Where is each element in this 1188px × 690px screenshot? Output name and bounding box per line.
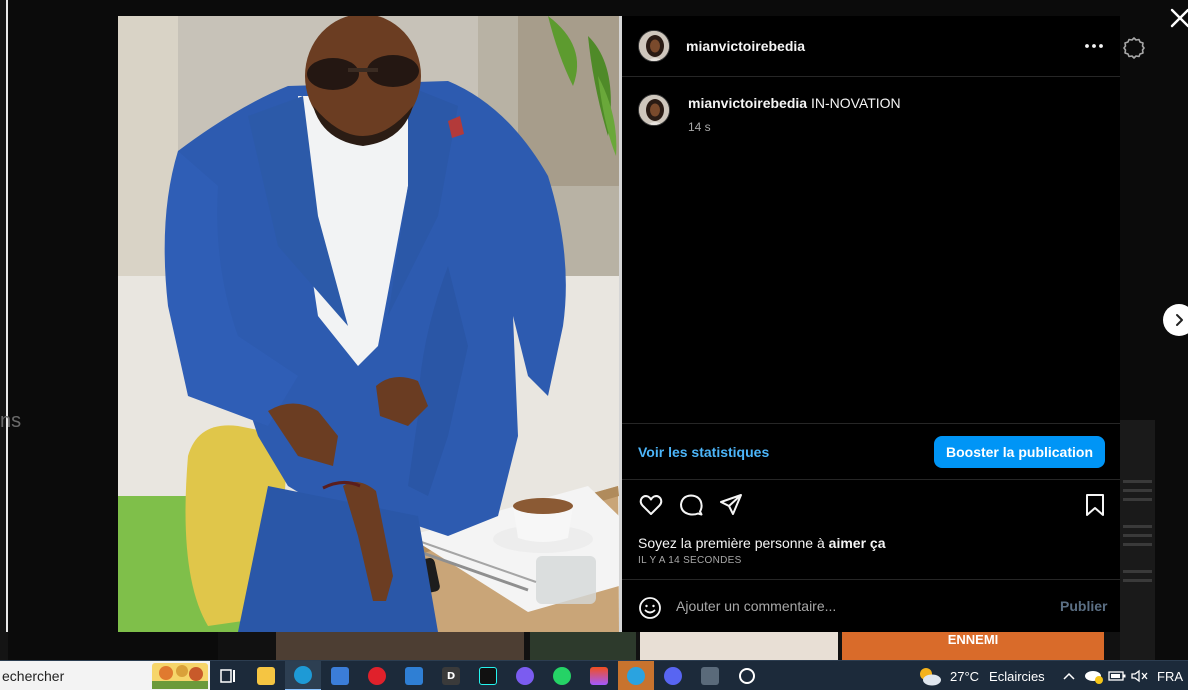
taskbar-edge[interactable] (285, 661, 321, 690)
more-options-button[interactable] (1082, 36, 1106, 56)
taskbar-whatsapp[interactable] (544, 661, 580, 690)
partly-cloudy-icon (920, 668, 941, 686)
discord-icon (664, 667, 682, 685)
background-thumbnail (276, 630, 524, 660)
caption-timestamp: 14 s (688, 120, 711, 134)
cloud-warning-icon (1085, 671, 1103, 684)
share-button[interactable] (718, 492, 744, 518)
whatsapp-icon (553, 667, 571, 685)
post-modal: mianvictoirebedia mianvictoirebedia IN-N… (118, 16, 1145, 632)
tiktok-icon (479, 667, 497, 685)
avatar-image (639, 31, 669, 61)
calculator-icon (701, 667, 719, 685)
taskbar-figma[interactable] (581, 661, 617, 690)
heart-icon (639, 495, 663, 515)
background-left-edge (6, 0, 8, 632)
insights-bar: Voir les statistiques Booster la publica… (622, 423, 1120, 480)
close-button[interactable] (1170, 8, 1188, 28)
author-username[interactable]: mianvictoirebedia (686, 38, 805, 54)
likes-prefix: Soyez la première personne à (638, 535, 825, 551)
taskbar-telegram[interactable] (618, 661, 654, 690)
taskbar-store[interactable] (322, 661, 358, 690)
folder-icon (257, 667, 275, 685)
taskbar-mail[interactable] (396, 661, 432, 690)
caption-username[interactable]: mianvictoirebedia (688, 95, 807, 111)
telegram-icon (627, 667, 645, 685)
taskbar-circle-app[interactable] (729, 661, 765, 690)
battery-icon (1108, 671, 1126, 681)
post-image (118, 16, 619, 632)
post-side-panel: mianvictoirebedia mianvictoirebedia IN-N… (622, 16, 1145, 632)
like-button[interactable] (638, 492, 664, 518)
author-avatar[interactable] (638, 30, 670, 62)
taskbar-search-input[interactable] (2, 662, 152, 690)
post-actions (622, 490, 1120, 524)
send-icon (720, 494, 742, 515)
store-icon (331, 667, 349, 685)
taskbar-discord[interactable] (655, 661, 691, 690)
next-post-button[interactable] (1163, 304, 1188, 336)
taskbar-search[interactable] (0, 661, 210, 690)
caption-line: mianvictoirebedia IN-NOVATION (688, 95, 901, 111)
tray-volume[interactable] (1128, 661, 1150, 690)
like-this-link[interactable]: aimer ça (829, 535, 886, 551)
weather-description: Eclaircies (989, 668, 1045, 684)
gear-icon (1123, 37, 1145, 59)
likes-summary: Soyez la première personne à aimer ça (638, 535, 886, 551)
emoji-button[interactable] (638, 596, 662, 620)
taskbar-clipchamp[interactable] (507, 661, 543, 690)
settings-icon[interactable] (1122, 36, 1146, 60)
mail-icon (405, 667, 423, 685)
taskbar-app-d[interactable]: D (433, 661, 469, 690)
view-insights-link[interactable]: Voir les statistiques (638, 444, 769, 460)
save-button[interactable] (1082, 492, 1108, 518)
tray-onedrive[interactable] (1082, 661, 1106, 690)
caption-avatar[interactable] (638, 94, 670, 126)
background-thumbnail (530, 630, 636, 660)
comment-input[interactable] (676, 594, 1036, 618)
background-thumbnail (640, 630, 838, 660)
publish-comment-button[interactable]: Publier (1060, 598, 1107, 614)
more-horizontal-icon (1085, 44, 1103, 48)
chevron-right-icon (1176, 314, 1183, 326)
taskbar-file-explorer[interactable] (248, 661, 284, 690)
tray-battery[interactable] (1106, 661, 1128, 690)
close-icon (1170, 8, 1188, 28)
weather-temperature: 27°C (950, 668, 980, 684)
taskbar-opera[interactable] (359, 661, 395, 690)
taskbar-tiktok[interactable] (470, 661, 506, 690)
figma-icon (590, 667, 608, 685)
chevron-up-icon (1063, 672, 1075, 680)
edge-icon (294, 666, 312, 684)
comment-composer: Publier (622, 579, 1120, 632)
caption-text: IN-NOVATION (810, 95, 901, 111)
comment-button[interactable] (678, 492, 704, 518)
background-banner: ENNEMI (842, 630, 1104, 660)
taskbar-weather[interactable]: 27°C Eclaircies (916, 661, 1045, 690)
opera-icon (368, 667, 386, 685)
taskbar-calculator[interactable] (692, 661, 728, 690)
task-view-icon (220, 669, 235, 683)
smiley-icon (639, 597, 661, 619)
background-side-text: ns (0, 410, 22, 432)
d-app-icon: D (442, 667, 460, 685)
tray-language[interactable]: FRA (1154, 661, 1186, 690)
search-highlight-image (152, 663, 208, 689)
taskbar-task-view[interactable] (210, 661, 246, 690)
clipchamp-icon (516, 667, 534, 685)
post-photo[interactable] (118, 16, 619, 632)
avatar-image (639, 95, 669, 125)
post-timestamp: IL Y A 14 SECONDES (638, 555, 742, 566)
comment-icon (680, 494, 703, 516)
post-header: mianvictoirebedia (622, 16, 1145, 77)
boost-post-button[interactable]: Booster la publication (934, 436, 1105, 468)
windows-taskbar: D 27°C Eclaircies (0, 660, 1188, 690)
volume-muted-icon (1131, 669, 1148, 683)
bookmark-icon (1086, 494, 1104, 516)
tray-overflow-button[interactable] (1058, 661, 1080, 690)
background-right-column (1120, 420, 1155, 660)
circle-app-icon (739, 668, 755, 684)
